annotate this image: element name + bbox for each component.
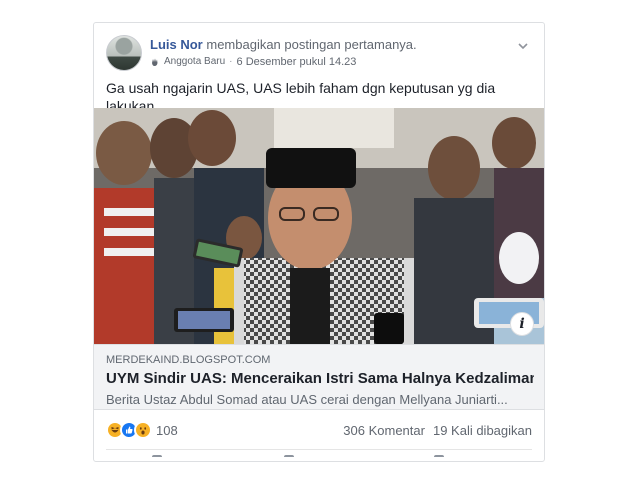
author-avatar[interactable] bbox=[106, 35, 142, 71]
link-title[interactable]: UYM Sindir UAS: Menceraikan Istri Sama H… bbox=[106, 369, 534, 389]
post-header: Luis Nor membagikan postingan pertamanya… bbox=[106, 35, 532, 75]
comment-count-link[interactable]: 306 Komentar bbox=[343, 423, 425, 438]
new-member-badge[interactable]: Anggota Baru bbox=[164, 55, 225, 69]
link-preview[interactable]: MERDEKAIND.BLOGSPOT.COM UYM Sindir UAS: … bbox=[94, 344, 544, 410]
wow-reaction-icon bbox=[134, 421, 152, 439]
link-description: Berita Ustaz Abdul Somad atau UAS cerai … bbox=[106, 392, 508, 407]
author-line: Luis Nor membagikan postingan pertamanya… bbox=[150, 37, 417, 53]
news-photo bbox=[94, 108, 544, 344]
like-action-icon[interactable] bbox=[152, 455, 162, 461]
share-count-link[interactable]: 19 Kali dibagikan bbox=[433, 423, 532, 438]
share-action-icon[interactable] bbox=[434, 455, 444, 461]
link-domain: MERDEKAIND.BLOGSPOT.COM bbox=[106, 354, 271, 366]
wave-hand-icon bbox=[150, 57, 160, 67]
post-meta: Anggota Baru · 6 Desember pukul 14.23 bbox=[150, 55, 356, 69]
info-icon[interactable]: i bbox=[510, 312, 534, 336]
link-preview-image[interactable]: i bbox=[94, 108, 544, 344]
reaction-count[interactable]: 108 bbox=[156, 423, 178, 438]
action-divider bbox=[106, 449, 532, 450]
reaction-icons[interactable] bbox=[106, 421, 152, 439]
reactions-bar: 108 306 Komentar 19 Kali dibagikan bbox=[106, 419, 532, 441]
author-name-link[interactable]: Luis Nor bbox=[150, 37, 203, 52]
chevron-down-icon[interactable] bbox=[516, 39, 530, 53]
comment-action-icon[interactable] bbox=[284, 455, 294, 461]
post-timestamp[interactable]: 6 Desember pukul 14.23 bbox=[237, 55, 357, 69]
meta-separator: · bbox=[229, 56, 233, 67]
post-action-text: membagikan postingan pertamanya. bbox=[206, 37, 417, 52]
post-card: Luis Nor membagikan postingan pertamanya… bbox=[93, 22, 545, 462]
engagement-counts: 306 Komentar 19 Kali dibagikan bbox=[343, 423, 532, 438]
